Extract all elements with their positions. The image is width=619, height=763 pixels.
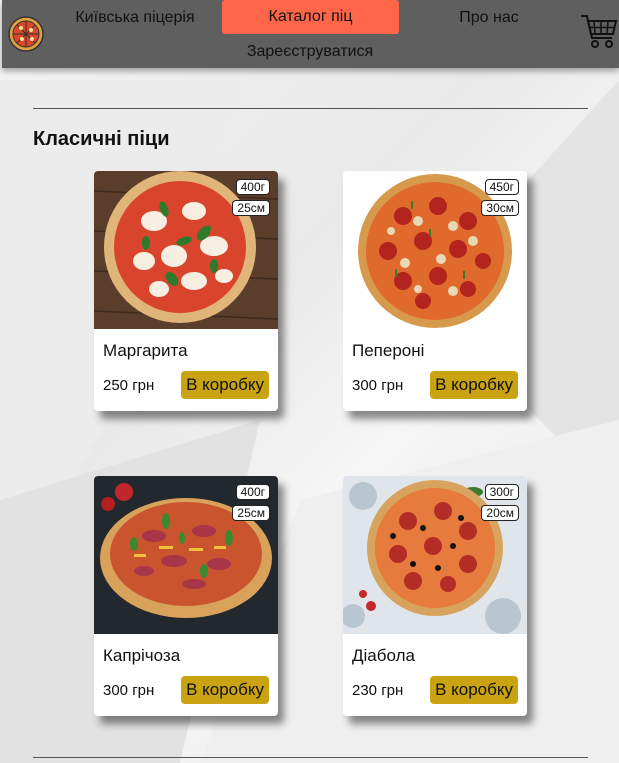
pizza-name: Капрічоза — [103, 646, 181, 665]
diameter-badge: 20см — [481, 505, 519, 521]
pizza-name: Діабола — [352, 646, 415, 665]
shopping-cart-icon[interactable] — [580, 12, 618, 50]
weight-badge: 450г — [484, 179, 519, 195]
top-divider — [33, 108, 588, 109]
nav-register-link[interactable]: Зареєструватися — [232, 43, 388, 61]
weight-badge: 300г — [484, 484, 519, 500]
section-title: Класичні піци — [33, 128, 170, 150]
pizza-card: 400г 25см Капрічоза 300 грн В коробку — [94, 476, 278, 716]
add-to-box-button[interactable]: В коробку — [181, 676, 269, 704]
pizza-price: 250 грн — [103, 377, 155, 394]
pizza-logo-icon[interactable] — [8, 16, 44, 52]
diameter-badge: 30см — [481, 200, 519, 216]
pizza-price: 230 грн — [352, 682, 404, 699]
pizza-name: Маргарита — [103, 341, 188, 360]
pizza-name: Пепероні — [352, 341, 425, 360]
add-to-box-button[interactable]: В коробку — [181, 371, 269, 399]
pizza-price: 300 грн — [352, 377, 404, 394]
diameter-badge: 25см — [232, 200, 270, 216]
pizza-card: 450г 30см Пепероні 300 грн В коробку — [343, 171, 527, 411]
pizza-card: 400г 25см Маргарита 250 грн В коробку — [94, 171, 278, 411]
top-navbar: Київська піцерія Каталог піц Про нас Зар… — [2, 0, 619, 68]
nav-home-link[interactable]: Київська піцерія — [62, 9, 208, 27]
add-to-box-button[interactable]: В коробку — [430, 371, 518, 399]
pizza-price: 300 грн — [103, 682, 155, 699]
weight-badge: 400г — [235, 179, 270, 195]
nav-catalog-link[interactable]: Каталог піц — [222, 0, 399, 34]
pizza-card: 300г 20см Діабола 230 грн В коробку — [343, 476, 527, 716]
weight-badge: 400г — [235, 484, 270, 500]
bottom-divider — [33, 757, 588, 758]
diameter-badge: 25см — [232, 505, 270, 521]
nav-about-link[interactable]: Про нас — [442, 9, 536, 27]
add-to-box-button[interactable]: В коробку — [430, 676, 518, 704]
